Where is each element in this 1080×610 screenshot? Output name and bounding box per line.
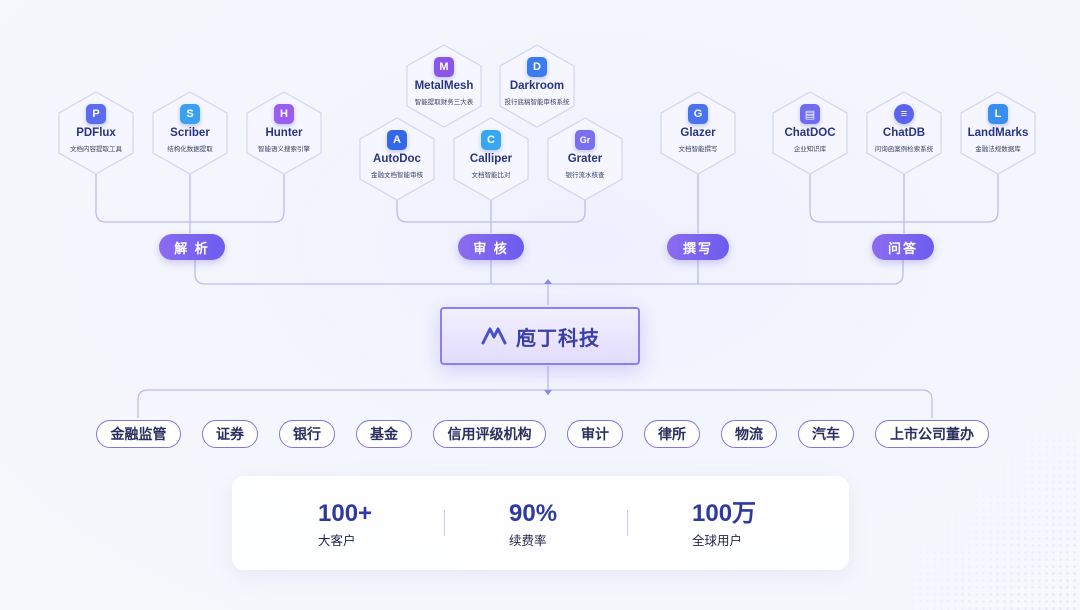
product-chatdoc[interactable]: ▤ ChatDOC 企业知识库 [771, 90, 849, 176]
product-pdflux[interactable]: P PDFlux 文档内容提取工具 [57, 90, 135, 176]
product-desc: 文档智能撰写 [678, 146, 718, 153]
stat-customers: 100+ 大客户 [318, 500, 372, 549]
product-calliper[interactable]: C Calliper 文档智能比对 [452, 116, 530, 202]
product-name: ChatDOC [784, 127, 836, 139]
company-box: 庖丁科技 [440, 307, 640, 365]
product-scriber[interactable]: S Scriber 结构化数据提取 [151, 90, 229, 176]
industry-logistics[interactable]: 物流 [721, 420, 777, 448]
category-qa[interactable]: 问答 [872, 234, 934, 260]
decorative-dot-pattern [910, 430, 1080, 610]
product-desc: 银行流水核查 [565, 172, 605, 179]
metalmesh-icon: M [434, 57, 454, 77]
stats-panel: 100+ 大客户 90% 续费率 100万 全球用户 [232, 476, 849, 570]
industry-credit-rating[interactable]: 信用评级机构 [433, 420, 546, 448]
product-desc: 投行底稿智能审核系统 [504, 99, 570, 106]
scriber-icon: S [180, 104, 200, 124]
stat-value: 100万 [692, 500, 757, 527]
industry-fund[interactable]: 基金 [356, 420, 412, 448]
product-name: Scriber [170, 127, 210, 139]
paodin-logo-icon [481, 327, 507, 345]
category-review[interactable]: 审 核 [458, 234, 524, 260]
chatdoc-icon: ▤ [800, 104, 820, 124]
product-name: Grater [567, 153, 603, 165]
product-autodoc[interactable]: A AutoDoc 金融文档智能审核 [358, 116, 436, 202]
product-name: Glazer [680, 127, 716, 139]
category-parse[interactable]: 解 析 [159, 234, 225, 260]
stat-divider [627, 510, 628, 536]
product-grater[interactable]: Gr Grater 银行流水核查 [546, 116, 624, 202]
stat-label: 大客户 [318, 534, 356, 548]
product-name: MetalMesh [414, 80, 474, 92]
chatdb-icon: ≡ [894, 104, 914, 124]
product-name: LandMarks [967, 127, 1029, 139]
grater-icon: Gr [575, 130, 595, 150]
product-glazer[interactable]: G Glazer 文档智能撰写 [659, 90, 737, 176]
product-desc: 智能语义搜索引擎 [258, 146, 310, 153]
company-name: 庖丁科技 [516, 327, 600, 350]
pdflux-icon: P [86, 104, 106, 124]
industry-bank[interactable]: 银行 [279, 420, 335, 448]
product-desc: 智能提取财务三大表 [414, 99, 474, 106]
stat-label: 续费率 [509, 534, 547, 548]
category-write[interactable]: 撰写 [667, 234, 729, 260]
product-desc: 金融法规数据库 [975, 146, 1021, 153]
industry-financial-regulation[interactable]: 金融监管 [96, 420, 181, 448]
stat-renewal-rate: 90% 续费率 [509, 500, 557, 549]
product-name: ChatDB [882, 127, 926, 139]
product-desc: 企业知识库 [793, 146, 827, 153]
glazer-icon: G [688, 104, 708, 124]
industry-audit[interactable]: 审计 [567, 420, 623, 448]
industry-securities[interactable]: 证券 [202, 420, 258, 448]
product-name: Hunter [265, 127, 303, 139]
stat-divider [444, 510, 445, 536]
product-desc: 问询函案例检索系统 [874, 146, 934, 153]
calliper-icon: C [481, 130, 501, 150]
product-chatdb[interactable]: ≡ ChatDB 问询函案例检索系统 [865, 90, 943, 176]
stat-value: 90% [509, 500, 558, 527]
darkroom-icon: D [527, 57, 547, 77]
product-desc: 文档内容提取工具 [70, 146, 122, 153]
product-name: Calliper [469, 153, 513, 165]
industry-automotive[interactable]: 汽车 [798, 420, 854, 448]
stat-global-users: 100万 全球用户 [692, 500, 756, 549]
stat-value: 100+ [318, 500, 373, 527]
product-desc: 金融文档智能审核 [371, 172, 423, 179]
product-name: PDFlux [76, 127, 116, 139]
product-name: Darkroom [509, 80, 565, 92]
product-hunter[interactable]: H Hunter 智能语义搜索引擎 [245, 90, 323, 176]
product-desc: 文档智能比对 [471, 172, 511, 179]
stat-label: 全球用户 [692, 534, 743, 548]
landmarks-icon: L [988, 104, 1008, 124]
hunter-icon: H [274, 104, 294, 124]
product-desc: 结构化数据提取 [167, 146, 213, 153]
product-name: AutoDoc [373, 153, 421, 165]
industry-law-firm[interactable]: 律所 [644, 420, 700, 448]
product-landmarks[interactable]: L LandMarks 金融法规数据库 [959, 90, 1037, 176]
autodoc-icon: A [387, 130, 407, 150]
